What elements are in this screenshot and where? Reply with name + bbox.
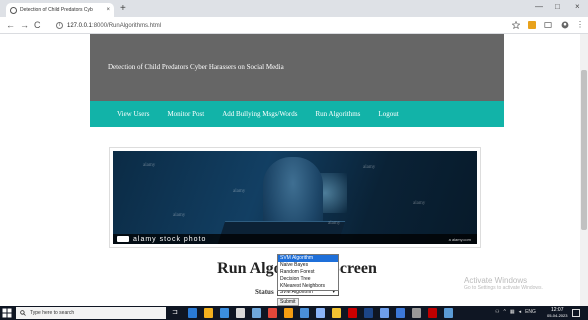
new-tab-button[interactable]: +	[120, 3, 126, 14]
activate-line-1: Activate Windows	[464, 276, 528, 285]
restore-button[interactable]: □	[555, 2, 560, 11]
app-icon-python[interactable]	[252, 308, 261, 318]
app-icon-misc[interactable]	[412, 308, 421, 318]
menu-kebab-icon[interactable]: ⋮	[576, 21, 584, 29]
notification-icon[interactable]	[572, 309, 580, 317]
image-id: a alamy.com	[448, 236, 471, 242]
app-icon-browser[interactable]	[444, 308, 453, 318]
app-icon-ide[interactable]	[380, 308, 389, 318]
windows-start-icon[interactable]	[2, 308, 12, 318]
forward-button[interactable]: →	[20, 20, 29, 30]
main-menu: View Users Monitor Post Add Bullying Msg…	[90, 101, 504, 127]
back-button[interactable]: ←	[6, 20, 15, 30]
cast-icon[interactable]	[544, 21, 552, 29]
search-icon	[20, 310, 26, 316]
stock-photo-text: alamy stock photo	[133, 235, 207, 243]
taskbar-clock[interactable]: 12:07 05-04-2023	[547, 307, 567, 319]
app-icon-explorer-2[interactable]	[396, 308, 405, 318]
system-tray: ⚇ ^ ▦ ◂ ENG	[495, 309, 536, 315]
window-close-button[interactable]: ×	[575, 2, 580, 11]
site-info-icon[interactable]: i	[56, 22, 63, 29]
app-icon-folder[interactable]	[300, 308, 309, 318]
watermark: alamy	[143, 163, 156, 168]
clock-date: 05-04-2023	[547, 313, 568, 318]
site-header: Detection of Child Predators Cyber Haras…	[90, 34, 504, 101]
dropdown-option[interactable]: Decision Tree	[278, 276, 338, 283]
alamy-logo-icon	[117, 236, 129, 242]
app-icon-word[interactable]	[364, 308, 373, 318]
stock-photo-bar: alamy stock photo a alamy.com	[113, 234, 477, 244]
app-icon-chrome[interactable]	[268, 308, 277, 318]
menu-add-bullying-words[interactable]: Add Bullying Msgs/Words	[222, 110, 297, 118]
profile-icon[interactable]	[561, 21, 569, 29]
banner-image-frame: alamy alamy alamy alamy alamy alamy alam…	[109, 147, 481, 248]
menu-monitor-post[interactable]: Monitor Post	[167, 110, 204, 118]
submit-button[interactable]: Submit	[277, 298, 299, 306]
language-indicator[interactable]: ENG	[525, 309, 536, 315]
task-view-icon[interactable]: ⊐	[172, 308, 181, 318]
app-icon-pdf[interactable]	[428, 308, 437, 318]
menu-logout[interactable]: Logout	[378, 110, 398, 118]
app-icon-vlc[interactable]	[284, 308, 293, 318]
tab-close-icon[interactable]: ×	[106, 7, 110, 13]
site-title: Detection of Child Predators Cyber Haras…	[108, 63, 284, 71]
menu-view-users[interactable]: View Users	[117, 110, 149, 118]
watermark: alamy	[413, 201, 426, 206]
app-icon-files[interactable]	[332, 308, 341, 318]
page-scrollbar[interactable]	[580, 34, 588, 306]
extension-icon[interactable]	[528, 21, 536, 29]
address-bar[interactable]: i 127.0.0.1:8000/RunAlgorithms.html	[56, 19, 496, 32]
activate-line-2: Go to Settings to activate Windows.	[464, 285, 543, 291]
app-icon-edge[interactable]	[188, 308, 197, 318]
dropdown-option[interactable]: Random Forest	[278, 269, 338, 276]
activate-windows-watermark: Activate Windows Go to Settings to activ…	[464, 276, 543, 291]
tab-title: Detection of Child Predators Cyb	[20, 7, 93, 13]
banner-photo: alamy alamy alamy alamy alamy alamy alam…	[113, 151, 477, 244]
reload-button[interactable]: C	[34, 20, 41, 30]
app-icon-notepad[interactable]	[236, 308, 245, 318]
algorithm-dropdown-list: SVM Algorithm Naive Bayes Random Forest …	[277, 254, 339, 291]
url-path: :8000/RunAlgorithms.html	[92, 22, 162, 29]
browser-toolbar: ← → C i 127.0.0.1:8000/RunAlgorithms.htm…	[0, 17, 588, 34]
dropdown-option[interactable]: SVM Algorithm	[278, 255, 338, 262]
watermark: alamy	[363, 165, 376, 170]
windows-taskbar: Type here to search ⊐ ⚇ ^ ▦ ◂ ENG 12:07 …	[0, 306, 588, 320]
app-icon-tool[interactable]	[348, 308, 357, 318]
watermark: alamy	[328, 221, 341, 226]
people-icon[interactable]: ⚇	[495, 309, 499, 315]
status-label: Status	[255, 288, 274, 296]
app-icon-store[interactable]	[220, 308, 229, 318]
scrollbar-thumb[interactable]	[581, 70, 587, 230]
app-icon-explorer[interactable]	[204, 308, 213, 318]
url-host: 127.0.0.1	[67, 22, 93, 29]
watermark: alamy	[173, 213, 186, 218]
app-icon-cmd[interactable]	[316, 308, 325, 318]
dropdown-option[interactable]: KNearest Neighbors	[278, 283, 338, 290]
dropdown-option[interactable]: Naive Bayes	[278, 262, 338, 269]
network-icon[interactable]: ▦	[510, 309, 515, 315]
menu-run-algorithms[interactable]: Run Algorithms	[315, 110, 360, 118]
chevron-up-icon[interactable]: ^	[503, 309, 505, 315]
watermark: alamy	[233, 189, 246, 194]
browser-tab-strip: Detection of Child Predators Cyb × + — □…	[0, 0, 588, 17]
taskbar-search-input[interactable]: Type here to search	[16, 307, 166, 319]
minimize-button[interactable]: —	[535, 2, 543, 11]
globe-icon	[10, 6, 17, 14]
browser-tab[interactable]: Detection of Child Predators Cyb ×	[6, 3, 114, 17]
bookmark-star-icon[interactable]	[512, 21, 520, 29]
page-viewport: Detection of Child Predators Cyber Haras…	[0, 34, 580, 306]
volume-icon[interactable]: ◂	[519, 309, 522, 315]
search-placeholder: Type here to search	[30, 310, 75, 316]
